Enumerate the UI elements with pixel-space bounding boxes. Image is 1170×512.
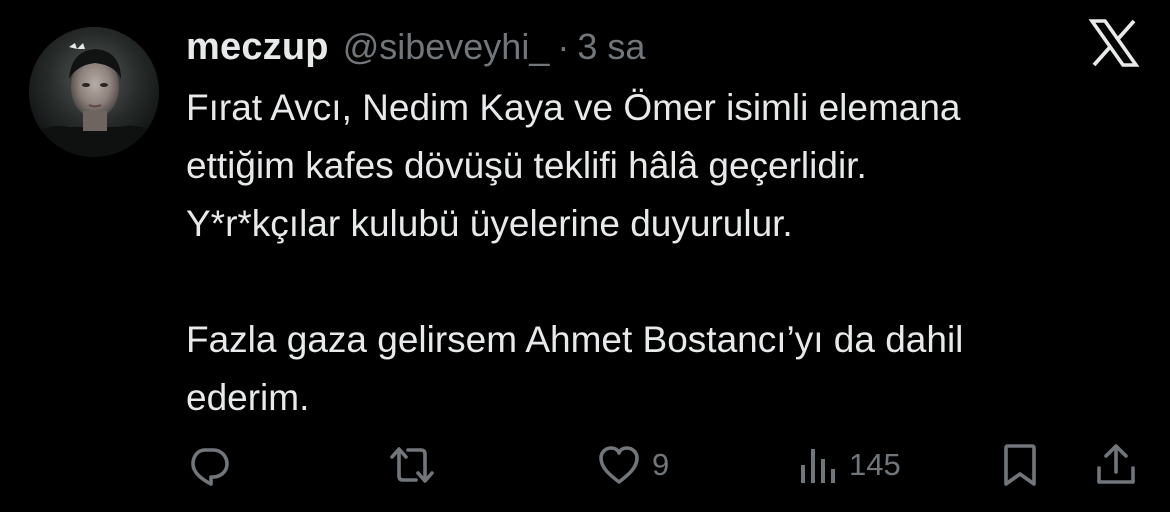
views-icon [797,443,839,487]
views-count: 145 [849,447,901,482]
tweet-card[interactable]: meczup @sibeveyhi_ · 3 sa Fırat Avcı, Ne… [0,0,1170,512]
like-button[interactable]: 9 [596,440,669,490]
tweet-text: Fırat Avcı, Nedim Kaya ve Ömer isimli el… [186,87,964,418]
avatar-photo [29,27,159,157]
share-button[interactable] [1094,440,1138,490]
heart-icon [596,443,642,487]
reply-button[interactable] [187,440,231,490]
x-logo-icon [1088,17,1140,69]
author-display-name[interactable]: meczup [186,26,329,69]
views-button[interactable]: 145 [797,440,901,490]
bookmark-icon [998,442,1042,488]
like-count: 9 [652,447,670,482]
tweet-header: meczup @sibeveyhi_ · 3 sa [186,22,645,72]
avatar[interactable] [29,27,159,157]
bookmark-button[interactable] [998,440,1042,490]
timestamp[interactable]: 3 sa [577,26,645,68]
retweet-button[interactable] [386,440,438,490]
share-icon [1094,442,1138,488]
author-handle[interactable]: @sibeveyhi_ [343,26,550,68]
tweet-actions: 9 145 [0,440,1170,490]
header-separator: · [557,26,570,67]
reply-icon [187,443,231,487]
retweet-icon [386,443,438,487]
